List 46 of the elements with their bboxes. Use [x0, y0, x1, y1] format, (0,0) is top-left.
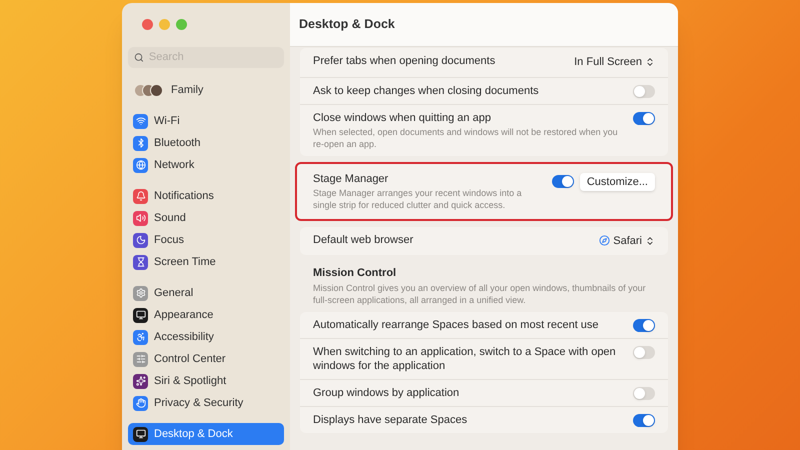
sidebar-item[interactable]: Wi-Fi — [128, 110, 284, 132]
sidebar-item[interactable]: General — [128, 282, 284, 304]
setting-label: Displays have separate Spaces — [313, 412, 468, 426]
setting-label: Close windows when quitting an app — [313, 110, 492, 124]
minimize-button[interactable] — [159, 19, 170, 30]
sidebar-item[interactable]: Siri & Spotlight — [128, 370, 284, 392]
popup-button[interactable]: Safari — [599, 232, 655, 249]
sidebar-item[interactable]: Privacy & Security — [128, 392, 284, 414]
search-icon — [134, 52, 144, 63]
sidebar-item[interactable]: Family — [128, 79, 284, 101]
customize-button[interactable]: Customize... — [580, 172, 655, 191]
sidebar-item[interactable]: Accessibility — [128, 326, 284, 348]
setting-label: Group windows by application — [313, 386, 460, 400]
toggle-switch[interactable] — [633, 346, 655, 358]
window-title: Desktop & Dock — [299, 16, 395, 34]
setting-label: When switching to an application, switch to a Space with open windows for the application — [313, 344, 617, 372]
toggle-switch[interactable] — [633, 318, 655, 332]
toggle-switch[interactable] — [633, 84, 655, 98]
toggle-switch[interactable] — [633, 112, 655, 124]
toggle-switch[interactable] — [633, 386, 655, 400]
setting-label: Default web browser — [313, 232, 414, 246]
setting-label: Prefer tabs when opening documents — [313, 54, 496, 68]
chevron-icon — [645, 57, 655, 68]
setting-description: When selected, open documents and windows will not be restored when you re-open an app. — [313, 126, 619, 150]
sidebar-item[interactable]: Notifications — [128, 185, 284, 207]
sidebar-item[interactable]: Sound — [128, 207, 284, 229]
toggle-switch[interactable] — [552, 175, 574, 188]
zoom-button[interactable] — [176, 19, 187, 30]
toggle-switch[interactable] — [633, 414, 655, 426]
setting-label: Stage Manager — [313, 172, 390, 186]
sidebar-item[interactable]: Desktop & Dock — [128, 423, 284, 445]
sidebar-item[interactable]: Network — [128, 154, 284, 176]
avatar-group-icon — [134, 84, 163, 96]
chevron-icon — [645, 236, 655, 246]
sidebar-item[interactable]: Focus — [128, 229, 284, 251]
popup-button[interactable]: In Full Screen — [574, 54, 655, 70]
setting-label: Ask to keep changes when closing documents — [313, 84, 539, 98]
sidebar-item[interactable]: Screen Time — [128, 251, 284, 273]
section-title: Mission Control — [313, 266, 398, 281]
sidebar-item[interactable]: Control Center — [128, 348, 284, 370]
setting-label: Automatically rearrange Spaces based on most recent use — [313, 318, 599, 332]
sidebar-item[interactable]: Appearance — [128, 304, 284, 326]
close-button[interactable] — [142, 19, 153, 30]
sidebar-item[interactable]: Bluetooth — [128, 132, 284, 154]
section-description: Mission Control gives you an overview of all your open windows, thumbnails of your full-screen applications, all arranged in a unified view. — [313, 282, 647, 306]
setting-description: Stage Manager arranges your recent windows into a single strip for reduced clutter and quick access. — [313, 186, 523, 210]
